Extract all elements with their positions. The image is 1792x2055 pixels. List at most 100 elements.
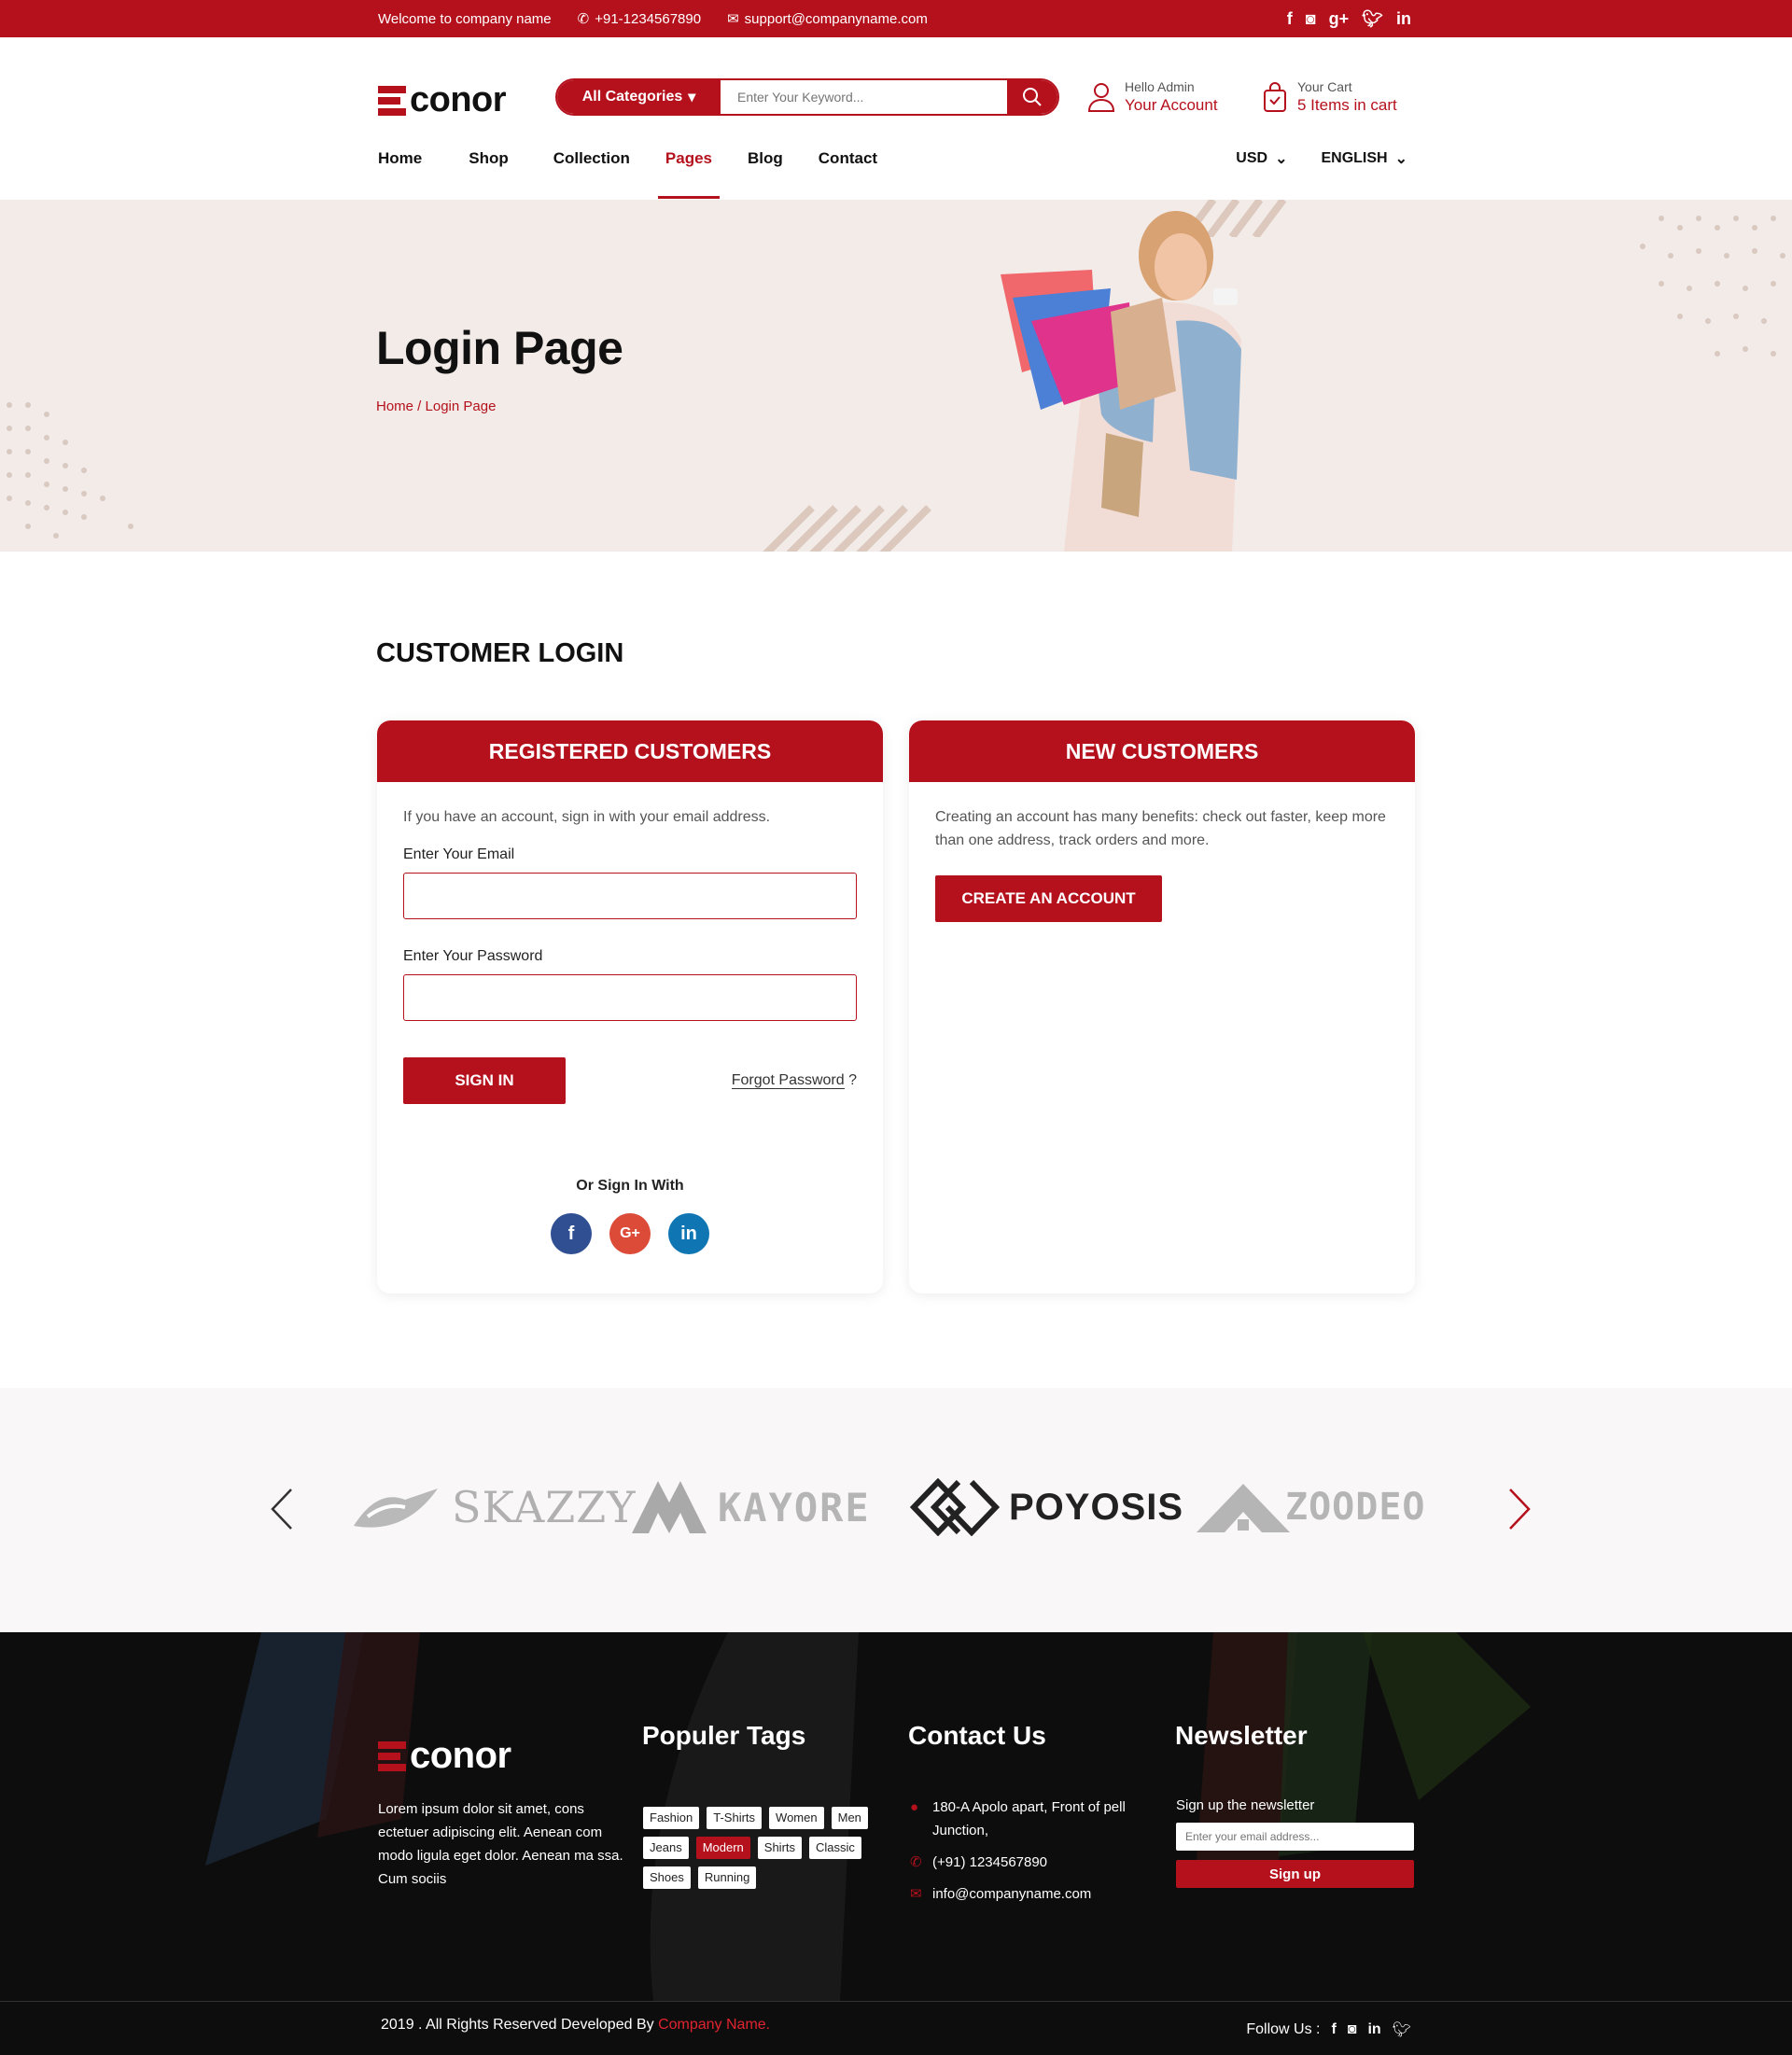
topbar-phone[interactable]: ✆ +91-1234567890 (577, 10, 702, 28)
dot-pattern-right (1640, 216, 1785, 356)
tag[interactable]: Shoes (643, 1866, 691, 1889)
logo-text: conor (410, 80, 507, 119)
social-login-buttons: f G+ in (551, 1213, 709, 1254)
contact-info: ● 180-A Apolo apart, Front of pell Juncti… (910, 1796, 1134, 1914)
chevron-down-icon: ⌄ (1275, 151, 1288, 167)
password-label: Enter Your Password (403, 948, 543, 964)
language-select[interactable]: ENGLISH ⌄ (1321, 149, 1407, 168)
brand-logo-poyosis[interactable]: POYOSIS (910, 1478, 1183, 1536)
cart-link[interactable]: Your Cart 5 Items in cart (1262, 79, 1397, 115)
copyright-company-link[interactable]: Company Name. (658, 2017, 770, 2033)
logo-mark (378, 85, 406, 116)
linkedin-login-icon[interactable]: in (668, 1213, 709, 1254)
email-field[interactable] (403, 873, 857, 919)
forgot-password-link[interactable]: Forgot Password (731, 1072, 845, 1089)
currency-select[interactable]: USD ⌄ (1236, 149, 1287, 168)
instagram-icon[interactable]: ◙ (1348, 2021, 1357, 2038)
linkedin-icon[interactable]: in (1367, 2021, 1380, 2038)
tag-active[interactable]: Modern (695, 1837, 750, 1859)
facebook-login-icon[interactable]: f (551, 1213, 592, 1254)
chevron-left-icon[interactable] (271, 1488, 293, 1531)
twitter-icon[interactable]: 🐦︎ (1362, 9, 1383, 29)
tag[interactable]: Shirts (757, 1837, 803, 1859)
follow-us: Follow Us : f ◙ in 🐦︎ (1246, 2020, 1411, 2039)
brand-logo-kayore[interactable]: KAYORE (630, 1479, 871, 1535)
shopping-woman-image (1001, 211, 1241, 552)
topbar-email-text: support@companyname.com (744, 10, 928, 27)
brand-name: ZOODEO (1285, 1486, 1426, 1529)
welcome-text: Welcome to company name (378, 10, 552, 27)
category-select[interactable]: All Categories ▾ (557, 80, 721, 114)
tag[interactable]: Men (831, 1807, 868, 1829)
facebook-icon[interactable]: f (1331, 2021, 1336, 2038)
facebook-icon[interactable]: f (1287, 9, 1293, 29)
sign-in-button[interactable]: SIGN IN (403, 1057, 566, 1104)
nav-right: USD ⌄ ENGLISH ⌄ (1236, 149, 1407, 168)
stripe-decoration (763, 505, 931, 552)
nav-blog[interactable]: Blog (748, 149, 783, 168)
tag[interactable]: Jeans (643, 1837, 689, 1859)
cart-items-count: 5 Items in cart (1297, 96, 1397, 114)
search-bar: All Categories ▾ (555, 78, 1059, 116)
poyosis-logo-icon (910, 1478, 1000, 1536)
nav-contact[interactable]: Contact (819, 149, 877, 168)
create-account-button[interactable]: CREATE AN ACCOUNT (935, 875, 1162, 922)
account-link[interactable]: Hello Admin Your Account (1087, 79, 1218, 115)
tags-title: Populer Tags (642, 1721, 806, 1750)
linkedin-icon[interactable]: in (1396, 9, 1411, 29)
newsletter-form: Sign up the newsletter Sign up (1176, 1797, 1414, 1888)
nav-collection[interactable]: Collection (553, 149, 630, 168)
newsletter-text: Sign up the newsletter (1176, 1797, 1315, 1813)
google-plus-login-icon[interactable]: G+ (609, 1213, 651, 1254)
kayore-logo-icon (632, 1481, 707, 1533)
contact-email[interactable]: info@companyname.com (932, 1882, 1091, 1906)
tag[interactable]: Running (697, 1866, 757, 1889)
envelope-icon: ✉ (727, 11, 739, 27)
search-button[interactable] (1007, 80, 1057, 114)
nav-shop[interactable]: Shop (469, 149, 509, 168)
top-bar: Welcome to company name ✆ +91-1234567890 … (0, 0, 1792, 37)
password-field[interactable] (403, 974, 857, 1021)
newsletter-signup-button[interactable]: Sign up (1176, 1860, 1414, 1888)
topbar-email[interactable]: ✉ support@companyname.com (727, 10, 928, 28)
footer-logo-text: conor (410, 1735, 511, 1776)
brand-logo-zoodeo[interactable]: ZOODEO (1192, 1479, 1426, 1535)
phone-icon: ✆ (577, 11, 590, 27)
copyright-text: 2019 . All Rights Reserved Developed By (381, 2017, 659, 2033)
new-customers-card: NEW CUSTOMERS Creating an account has ma… (909, 720, 1415, 1293)
search-input[interactable] (721, 80, 1007, 114)
footer-logo[interactable]: conor (378, 1735, 511, 1777)
new-customers-heading: NEW CUSTOMERS (909, 720, 1415, 782)
breadcrumb-current: Login Page (425, 398, 497, 414)
footer-divider (0, 2001, 1792, 2002)
tag[interactable]: Fashion (643, 1807, 700, 1829)
dot-pattern-left (7, 402, 133, 538)
breadcrumb-home[interactable]: Home (376, 398, 413, 414)
site-logo[interactable]: conor (378, 80, 507, 120)
instagram-icon[interactable]: ◙ (1306, 9, 1316, 29)
language-value: ENGLISH (1321, 150, 1388, 166)
newsletter-email-input[interactable] (1176, 1823, 1414, 1851)
page-title: Login Page (376, 322, 623, 374)
envelope-icon: ✉ (910, 1886, 922, 1902)
contact-title: Contact Us (908, 1721, 1046, 1750)
nav-pages[interactable]: Pages (657, 149, 721, 199)
section-title: CUSTOMER LOGIN (376, 638, 624, 668)
google-plus-icon[interactable]: g+ (1329, 9, 1350, 29)
brand-logo-skazzy[interactable]: SKAZZY (349, 1479, 637, 1535)
tag-cloud: Fashion T-Shirts Women Men Jeans Modern … (643, 1807, 890, 1889)
phone-icon: ✆ (910, 1854, 922, 1870)
twitter-icon[interactable]: 🐦︎ (1393, 2020, 1411, 2039)
tag[interactable]: Classic (809, 1837, 861, 1859)
map-pin-icon: ● (910, 1799, 919, 1815)
chevron-right-icon[interactable] (1508, 1488, 1531, 1531)
copyright: 2019 . All Rights Reserved Developed By … (381, 2017, 770, 2034)
category-select-label: All Categories (581, 89, 683, 105)
new-customers-intro: Creating an account has many benefits: c… (935, 809, 1386, 848)
chevron-down-icon: ⌄ (1394, 151, 1407, 167)
tag[interactable]: Women (769, 1807, 824, 1829)
nav-home[interactable]: Home (378, 149, 422, 168)
tag[interactable]: T-Shirts (707, 1807, 763, 1829)
topbar-phone-text: +91-1234567890 (595, 10, 702, 27)
contact-address: 180-A Apolo apart, Front of pell Junctio… (932, 1799, 1126, 1838)
